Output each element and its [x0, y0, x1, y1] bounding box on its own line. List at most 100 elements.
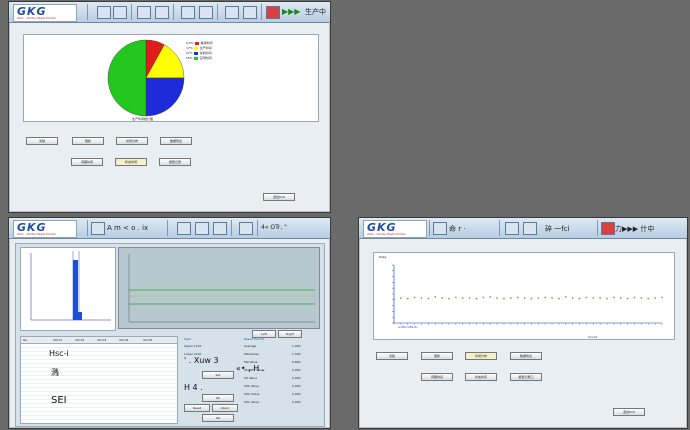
legend-value: 0.5% — [186, 41, 194, 45]
chart-icon[interactable] — [213, 222, 227, 235]
data-point — [496, 297, 498, 299]
table-header: Val 01 — [53, 338, 63, 342]
home-icon[interactable] — [91, 222, 105, 235]
x-axis-label-left: a«fit«r«Ea.it» — [398, 325, 419, 329]
data-point — [434, 296, 437, 298]
data-point — [647, 297, 650, 300]
refresh-button[interactable]: 刷新 — [421, 352, 453, 360]
spc-frame: Left Right No. Val 01 Val 02 Val 03 Val … — [15, 243, 325, 427]
data-point — [619, 297, 622, 299]
about-button[interactable]: About — [212, 404, 238, 412]
chart-icon[interactable] — [523, 222, 537, 235]
clear-button[interactable]: 清除 — [26, 137, 58, 145]
table-header-row: No. Val 01 Val 02 Val 03 Val 04 Val 05 — [21, 337, 177, 344]
gkg-logo: GKG GKG · Solder Paste Printer — [13, 220, 77, 238]
result-row: Average 1.000 — [244, 344, 318, 352]
ok-small-button[interactable]: OK — [202, 414, 234, 422]
result-row: MinValue 0.800 — [244, 360, 318, 368]
camera-icon[interactable] — [177, 222, 191, 235]
flag-icon[interactable] — [266, 6, 280, 19]
camera-icon[interactable] — [181, 6, 195, 19]
data-point — [578, 297, 581, 300]
result-label: StdDEV Value — [244, 368, 265, 372]
status-text: 力▶▶▶ 什中 — [615, 225, 655, 233]
table-grid — [21, 344, 177, 422]
refresh-button[interactable]: 刷新 — [72, 137, 104, 145]
pie-slice-3 — [145, 77, 185, 117]
settings-icon[interactable] — [195, 222, 209, 235]
camera-icon[interactable] — [505, 222, 519, 235]
data-point — [509, 297, 512, 299]
data-point — [530, 297, 533, 300]
flag-icon[interactable] — [601, 222, 615, 235]
data-point — [482, 296, 485, 299]
histogram-bar — [78, 312, 82, 320]
home-icon[interactable] — [433, 222, 447, 235]
cycle-time-button[interactable]: 周期时间 — [421, 373, 453, 381]
table-header: Val 03 — [97, 338, 107, 342]
data-point — [475, 297, 478, 300]
histogram — [30, 251, 111, 321]
result-title: Result Pad ID — [244, 337, 264, 341]
x-axis-label-right: Count — [588, 335, 597, 339]
spec-panel: Spec Upper Limit Lower Limit ' . Xuw 3 S… — [182, 336, 240, 422]
logo-tagline: GKG · Solder Paste Printer — [367, 232, 407, 236]
status-time-button[interactable]: 状态时间 — [115, 158, 147, 166]
time-distribution-button[interactable]: 时间分布 — [465, 352, 497, 360]
result-label: MaxValue — [244, 352, 259, 356]
upload-icon[interactable] — [243, 6, 257, 19]
chart-icon[interactable] — [225, 6, 239, 19]
logo-tagline: GKG · Solder Paste Printer — [17, 16, 57, 20]
title-bar: GKG GKG · Solder Paste Printer A m < o .… — [9, 218, 330, 239]
data-point — [523, 297, 526, 299]
export-button[interactable]: 数据导出 — [510, 352, 542, 360]
data-point — [640, 297, 643, 299]
result-row: StdDEV Value 0.052 — [244, 368, 318, 376]
exit-button[interactable]: 退出Exit — [263, 193, 295, 201]
data-point — [454, 296, 457, 299]
result-value: 0.000 — [292, 392, 301, 396]
spec-mid-text: ' . Xuw 3 — [184, 356, 219, 365]
tools-icon[interactable] — [113, 6, 127, 19]
grid-icon[interactable] — [137, 6, 151, 19]
home-icon[interactable] — [97, 6, 111, 19]
legend-label: 停机时间 — [199, 51, 212, 55]
data-point — [654, 297, 657, 299]
result-row: CP Value 0.000 — [244, 376, 318, 384]
window-spc-analysis: GKG GKG · Solder Paste Printer A m < o .… — [8, 217, 331, 429]
upload-icon[interactable] — [239, 222, 253, 235]
exit-button[interactable]: 退出Exit — [613, 408, 645, 416]
status-time-button[interactable]: 状态时间 — [465, 373, 497, 381]
result-label: CPL Value — [244, 400, 259, 404]
spec-title: Spec — [184, 337, 192, 341]
data-point — [420, 297, 423, 299]
set-button[interactable]: Set — [202, 371, 234, 379]
table-text-mark: 溅 — [51, 368, 59, 377]
pie-caption: 生产时间统计图 — [132, 117, 154, 121]
table-header: Val 04 — [119, 338, 129, 342]
reset-button[interactable]: Reset — [184, 404, 210, 412]
histogram-panel — [20, 247, 116, 331]
trend-chart — [128, 254, 315, 323]
result-row: MaxValue 1.500 — [244, 352, 318, 360]
cycle-time-button[interactable]: 周期时间 — [71, 158, 103, 166]
alarm-record-button[interactable]: 报警记录 — [159, 158, 191, 166]
data-point — [427, 297, 430, 300]
table-icon[interactable] — [155, 6, 169, 19]
time-distribution-button[interactable]: 时间分布 — [116, 137, 148, 145]
result-row: CPL Value 0.000 — [244, 400, 318, 408]
legend-label: 生产时间 — [199, 46, 212, 50]
data-point — [489, 296, 492, 298]
settings-icon[interactable] — [199, 6, 213, 19]
data-point — [537, 297, 540, 299]
title-text-a: A m < o . ix — [107, 224, 149, 232]
line-chart-panel: Data a«fit«r«Ea.it» Count — [373, 252, 675, 340]
gkg-logo: GKG GKG · Solder Paste Printer — [13, 4, 77, 22]
pie-chart-panel: 生产时间统计图 0.5% 等待时间 17% 生产时间 27% 停机时间 55% … — [23, 34, 319, 122]
alarm-record-button[interactable]: 报警记录口 — [510, 373, 542, 381]
export-button[interactable]: 数据导出 — [160, 137, 192, 145]
ok-button[interactable]: Ok — [202, 394, 234, 402]
clear-button[interactable]: 清除 — [376, 352, 408, 360]
result-label: CP Value — [244, 376, 258, 380]
data-point — [399, 297, 402, 299]
